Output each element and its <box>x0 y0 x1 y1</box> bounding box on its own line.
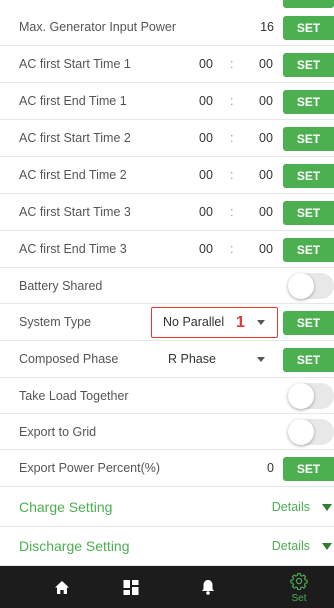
chevron-down-icon[interactable] <box>322 504 332 511</box>
minute-field[interactable]: 00 <box>259 83 273 120</box>
minute-field[interactable]: 00 <box>259 120 273 157</box>
hour-field[interactable]: 00 <box>199 46 213 83</box>
setting-row-take-load-together: Take Load Together <box>0 378 334 414</box>
set-button[interactable]: SET <box>283 238 334 262</box>
setting-label: System Type <box>19 315 92 329</box>
setting-row-max-generator-input-power: Max. Generator Input Power 16 SET <box>0 9 334 46</box>
minute-field[interactable]: 00 <box>259 157 273 194</box>
setting-row-ac-first-start-time-1: AC first Start Time 1 00 : 00 SET <box>0 46 334 83</box>
setting-row-ac-first-end-time-2: AC first End Time 2 00 : 00 SET <box>0 157 334 194</box>
set-button[interactable]: SET <box>283 201 334 225</box>
setting-row-ac-first-end-time-3: AC first End Time 3 00 : 00 SET <box>0 231 334 268</box>
hour-field[interactable]: 00 <box>199 231 213 268</box>
nav-item-dashboard[interactable] <box>96 566 166 608</box>
chevron-down-icon <box>257 357 265 362</box>
setting-label: Max. Generator Input Power <box>19 20 177 34</box>
setting-row-battery-shared: Battery Shared <box>0 268 334 304</box>
setting-label: Export to Grid <box>19 425 97 439</box>
setting-label: Battery Shared <box>19 279 103 293</box>
hour-field[interactable]: 00 <box>199 120 213 157</box>
dashboard-icon <box>123 580 139 595</box>
set-button[interactable]: SET <box>283 348 334 372</box>
setting-label: AC first Start Time 2 <box>19 131 131 145</box>
section-title: Charge Setting <box>19 499 113 515</box>
section-title: Discharge Setting <box>19 538 130 554</box>
setting-row-composed-phase: Composed Phase R Phase SET <box>0 341 334 378</box>
nav-item-set[interactable]: Set <box>264 566 334 608</box>
minute-field[interactable]: 00 <box>259 46 273 83</box>
time-separator: : <box>230 168 234 182</box>
time-separator: : <box>230 205 234 219</box>
hour-field[interactable]: 00 <box>199 157 213 194</box>
details-link[interactable]: Details <box>272 527 310 566</box>
set-button[interactable]: SET <box>283 311 334 335</box>
composed-phase-select[interactable]: R Phase <box>160 341 278 378</box>
toggle-knob <box>288 383 314 409</box>
setting-label: AC first End Time 1 <box>19 94 127 108</box>
setting-label: AC first Start Time 1 <box>19 57 131 71</box>
nav-label-set: Set <box>291 593 307 604</box>
setting-value[interactable]: 0 <box>267 450 274 487</box>
nav-item-home[interactable] <box>27 566 97 608</box>
setting-row-export-power-percent: Export Power Percent(%) 0 SET <box>0 450 334 487</box>
select-value: R Phase <box>168 352 216 366</box>
export-to-grid-toggle[interactable] <box>288 419 334 445</box>
time-separator: : <box>230 131 234 145</box>
minute-field[interactable]: 00 <box>259 231 273 268</box>
set-button[interactable]: SET <box>283 90 334 114</box>
setting-row-ac-first-start-time-2: AC first Start Time 2 00 : 00 SET <box>0 120 334 157</box>
bell-icon <box>202 580 214 595</box>
setting-label: Export Power Percent(%) <box>19 461 161 475</box>
minute-field[interactable]: 00 <box>259 194 273 231</box>
setting-label: AC first End Time 3 <box>19 242 127 256</box>
home-icon <box>55 581 69 594</box>
set-button[interactable]: SET <box>283 127 334 151</box>
time-separator: : <box>230 242 234 256</box>
setting-row-ac-first-start-time-3: AC first Start Time 3 00 : 00 SET <box>0 194 334 231</box>
setting-label: Take Load Together <box>19 389 129 403</box>
chevron-down-icon[interactable] <box>322 543 332 550</box>
setting-value[interactable]: 16 <box>260 9 274 46</box>
battery-shared-toggle[interactable] <box>288 273 334 299</box>
top-scroll-strip <box>0 0 334 9</box>
hour-field[interactable]: 00 <box>199 83 213 120</box>
time-separator: : <box>230 94 234 108</box>
hour-field[interactable]: 00 <box>199 194 213 231</box>
toggle-knob <box>288 273 314 299</box>
chevron-down-icon <box>257 320 265 325</box>
setting-label: Composed Phase <box>19 352 119 366</box>
set-button[interactable]: SET <box>283 16 334 40</box>
section-discharge-setting[interactable]: Discharge Setting Details <box>0 527 334 566</box>
bottom-nav: Set <box>0 566 334 608</box>
setting-row-system-type: System Type No Parallel 1 SET <box>0 304 334 341</box>
set-button[interactable]: SET <box>283 164 334 188</box>
setting-row-export-to-grid: Export to Grid <box>0 414 334 450</box>
set-button[interactable]: SET <box>283 457 334 481</box>
system-type-select[interactable]: No Parallel <box>151 304 278 341</box>
setting-row-ac-first-end-time-1: AC first End Time 1 00 : 00 SET <box>0 83 334 120</box>
time-separator: : <box>230 57 234 71</box>
gear-icon <box>290 572 308 590</box>
annotation-marker: 1 <box>236 314 245 331</box>
setting-label: AC first Start Time 3 <box>19 205 131 219</box>
set-button[interactable]: SET <box>283 53 334 77</box>
nav-item-notifications[interactable] <box>173 566 243 608</box>
setting-label: AC first End Time 2 <box>19 168 127 182</box>
set-button-partial[interactable] <box>283 0 334 8</box>
select-value: No Parallel <box>163 315 225 329</box>
take-load-together-toggle[interactable] <box>288 383 334 409</box>
section-charge-setting[interactable]: Charge Setting Details <box>0 488 334 527</box>
toggle-knob <box>288 419 314 445</box>
details-link[interactable]: Details <box>272 488 310 527</box>
